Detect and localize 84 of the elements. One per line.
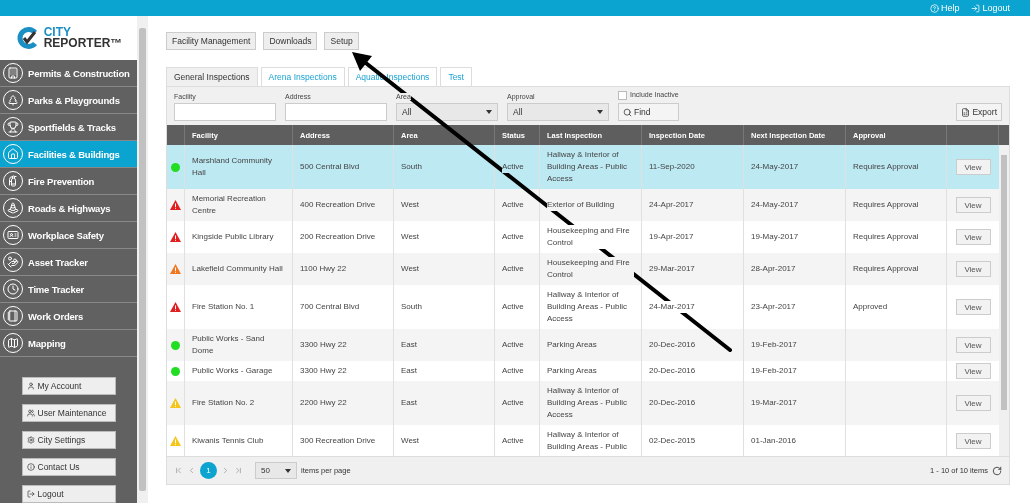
view-button[interactable]: View [955,229,991,245]
table-row[interactable]: Memorial Recreation Centre 400 Recreation Drive West Active Exterior of Building 24-Apr-2017 24-May-2017 Requires Approval View [167,189,999,221]
date-cell: 19-Apr-2017 [649,231,694,243]
sidebar-button[interactable]: My Account [21,377,116,395]
sidebar-button[interactable]: User Maintenance [21,404,116,422]
date-cell: 11-Sep-2020 [649,161,695,173]
view-button[interactable]: View [955,261,991,277]
approval-cell: Approved [853,301,888,313]
sidebar-item[interactable]: Workplace Safety [0,222,137,249]
refresh-button[interactable] [992,465,1002,476]
facility-field[interactable] [174,103,276,121]
facility-cell: Public Works - Garage [192,365,273,377]
tab[interactable]: General Inspections [166,67,258,86]
scrollbar[interactable] [137,16,148,503]
sidebar-item[interactable]: Parks & Playgrounds [0,87,137,114]
date-cell: 23-Apr-2017 [751,301,796,313]
sidebar-button[interactable]: City Settings [21,431,116,449]
previous-page-button[interactable] [187,466,196,475]
export-button[interactable]: Export [956,103,1002,121]
find-button[interactable]: Find [618,103,679,121]
logo-text: CITY [43,27,71,38]
checkbox[interactable] [618,91,627,100]
logo-text: REPORTER™ [43,38,123,49]
address-cell: 3300 Hwy 22 [300,365,347,377]
view-button[interactable]: View [955,337,991,353]
view-button[interactable]: View [955,159,991,175]
address-cell: 1100 Hwy 22 [300,263,347,275]
last-page-button[interactable] [234,466,243,475]
date-cell: 24-May-2017 [751,199,799,211]
sidebar-item[interactable]: Asset Tracker [0,249,137,276]
sidebar-button[interactable]: Contact Us [21,458,116,476]
facility-cell: Kingside Public Library [192,231,274,243]
approval-cell: Requires Approval [853,199,919,211]
users-icon [26,409,35,417]
inspection-cell: Parking Areas [547,339,597,351]
toolbar-button[interactable]: Facility Management [166,32,257,50]
next-page-button[interactable] [221,466,230,475]
sidebar-item[interactable]: Fire Prevention [0,168,137,195]
approval-dropdown[interactable]: All [507,103,609,121]
table-row[interactable]: Public Works - Sand Dome 3300 Hwy 22 East Active Parking Areas 20-Dec-2016 19-Feb-2017 View [167,329,999,361]
sidebar-item[interactable]: Work Orders [0,303,137,330]
view-button[interactable]: View [955,363,991,379]
sidebar-item[interactable]: Mapping [0,330,137,357]
user-icon [26,382,35,390]
sidebar-button[interactable]: Logout [21,485,116,503]
table-row[interactable]: Fire Station No. 2 2200 Hwy 22 East Active Hallway & Interior of Building Areas - Public Access 20-Dec-2016 19-Mar-2017 View [167,381,999,425]
approval-cell: Requires Approval [853,263,919,275]
sidebar-item[interactable]: Time Tracker [0,276,137,303]
inspection-cell: Parking Areas [547,365,597,377]
per-page-dropdown[interactable]: 50 [255,462,297,479]
spreadsheet-icon [961,107,971,117]
approval-cell: Requires Approval [853,231,919,243]
search-icon [623,107,632,117]
table-row[interactable]: Lakefield Community Hall 1100 Hwy 22 West Active Housekeeping and Fire Control 29-Mar-2017 28-Apr-2017 Requires Approval View [167,253,999,285]
info-icon [26,463,35,471]
view-button[interactable]: View [955,299,991,315]
settings-icon [26,436,35,444]
date-cell: 19-May-2017 [751,231,799,243]
first-page-button[interactable] [174,466,183,475]
help-icon [929,3,939,13]
address-field[interactable] [285,103,387,121]
sidebar-item[interactable]: Sportfields & Tracks [0,114,137,141]
facility-cell: Lakefield Community Hall [192,263,283,275]
address-cell: 2200 Hwy 22 [300,397,347,409]
address-cell: 3300 Hwy 22 [300,339,347,351]
approval-cell: Requires Approval [853,161,919,173]
view-button[interactable]: View [955,395,991,411]
logout-icon [971,3,981,13]
table-row[interactable]: Marshland Community Hall 500 Central Blvd South Active Hallway & Interior of Building Areas - Public Access 11-Sep-2020 24-May-2017 Requires Approval View [167,145,999,189]
scrollbar[interactable] [999,145,1009,456]
view-button[interactable]: View [955,197,991,213]
toolbar-button[interactable]: Setup [324,32,359,50]
date-cell: 24-May-2017 [751,161,799,173]
sidebar-item[interactable]: Permits & Construction [0,60,137,87]
view-button[interactable]: View [955,433,991,449]
toolbar-button[interactable]: Downloads [263,32,318,50]
inspection-cell: Exterior of Building [547,199,615,211]
date-cell: 28-Apr-2017 [751,263,796,275]
sidebar-item[interactable]: Roads & Highways [0,195,137,222]
date-cell: 24-Mar-2017 [649,301,695,313]
logout-icon [26,490,35,498]
status-cell: Active [502,161,524,173]
date-cell: 24-Apr-2017 [649,199,694,211]
area-dropdown[interactable]: All [396,103,498,121]
